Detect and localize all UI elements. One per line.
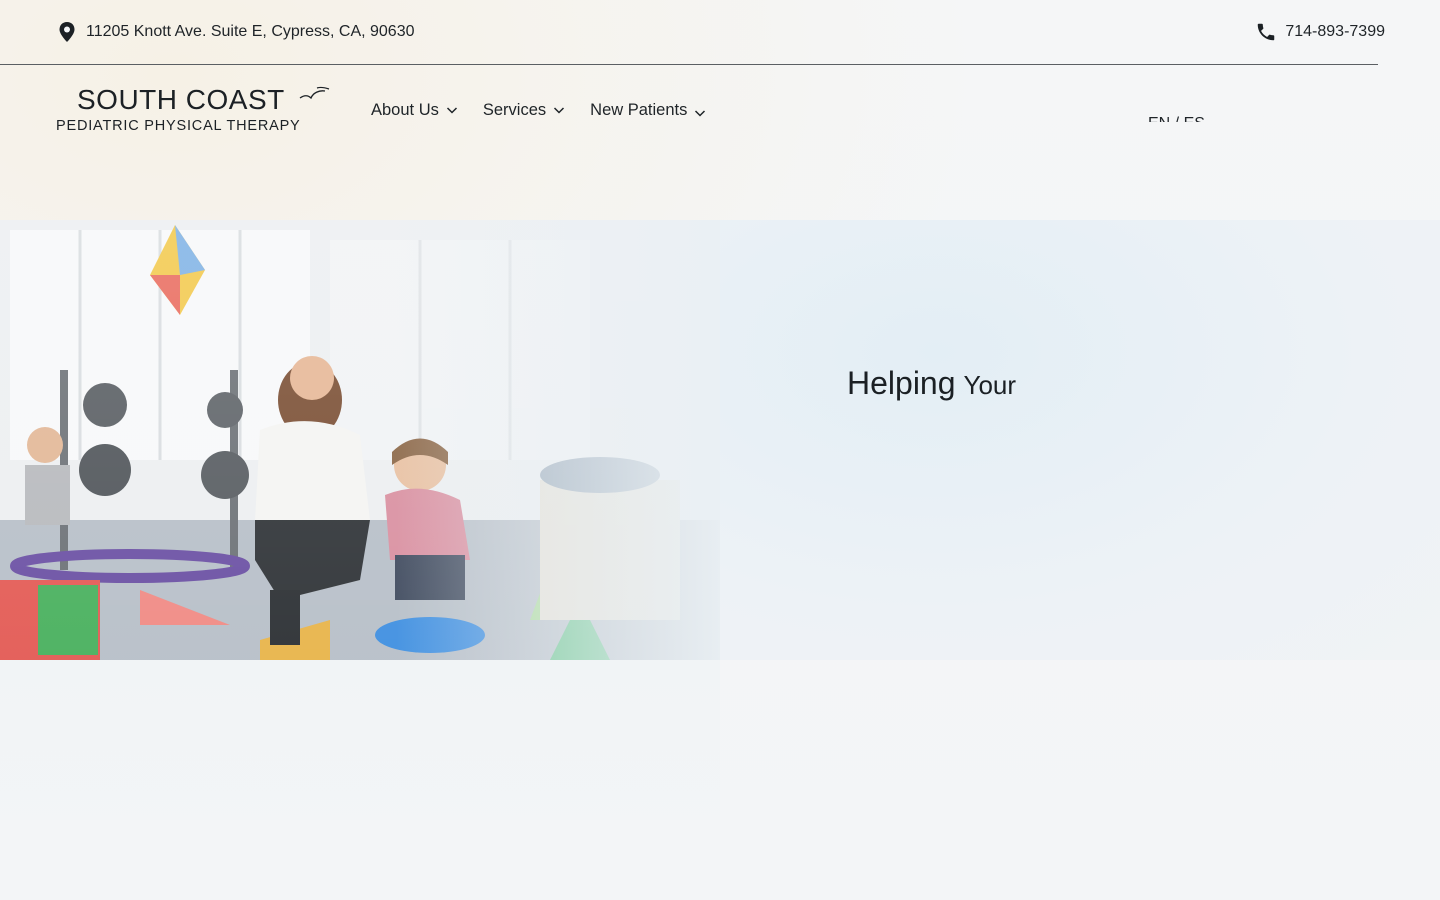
chevron-down-icon xyxy=(695,110,706,117)
hero-illustration xyxy=(0,220,720,660)
bird-icon xyxy=(299,86,330,100)
header-divider xyxy=(0,64,1378,65)
top-info-bar: 11205 Knott Ave. Suite E, Cypress, CA, 9… xyxy=(0,0,1440,65)
phone-link[interactable]: 714-893-7399 xyxy=(1255,20,1385,44)
nav-item-services[interactable]: Services xyxy=(483,101,566,120)
chevron-down-icon xyxy=(554,107,565,114)
nav-item-label: About Us xyxy=(371,100,439,119)
nav-item-label: New Patients xyxy=(590,100,688,119)
hero-heading: Helping Your xyxy=(847,365,1016,402)
hero-photo xyxy=(0,220,720,660)
address-link[interactable]: 11205 Knott Ave. Suite E, Cypress, CA, 9… xyxy=(57,20,415,44)
nav-item-label: Services xyxy=(482,100,547,119)
phone-text: 714-893-7399 xyxy=(1285,23,1385,40)
phone-icon xyxy=(1258,23,1275,41)
chevron-down-icon xyxy=(446,107,457,114)
hero-lower-panel xyxy=(0,660,720,840)
page: 11205 Knott Ave. Suite E, Cypress, CA, 9… xyxy=(0,0,1440,900)
nav-item-new-patients[interactable]: New Patients xyxy=(590,100,707,120)
logo-line-1: SOUTH COAST xyxy=(77,84,285,115)
logo-line-2: PEDIATRIC PHYSICAL THERAPY xyxy=(56,118,301,134)
language-switcher[interactable]: EN / ES xyxy=(1148,114,1205,122)
address-text: 11205 Knott Ave. Suite E, Cypress, CA, 9… xyxy=(86,23,415,40)
hero-content-panel xyxy=(720,220,1440,660)
map-pin-icon xyxy=(59,22,75,42)
hero-section xyxy=(0,220,1440,660)
hero-heading-word-1: Helping xyxy=(847,365,956,401)
hero-heading-word-2: Your xyxy=(963,370,1017,400)
main-nav: About Us Services New Patients xyxy=(371,98,731,122)
site-logo[interactable]: SOUTH COAST PEDIATRIC PHYSICAL THERAPY xyxy=(56,84,336,140)
nav-item-about-us[interactable]: About Us xyxy=(371,101,459,120)
